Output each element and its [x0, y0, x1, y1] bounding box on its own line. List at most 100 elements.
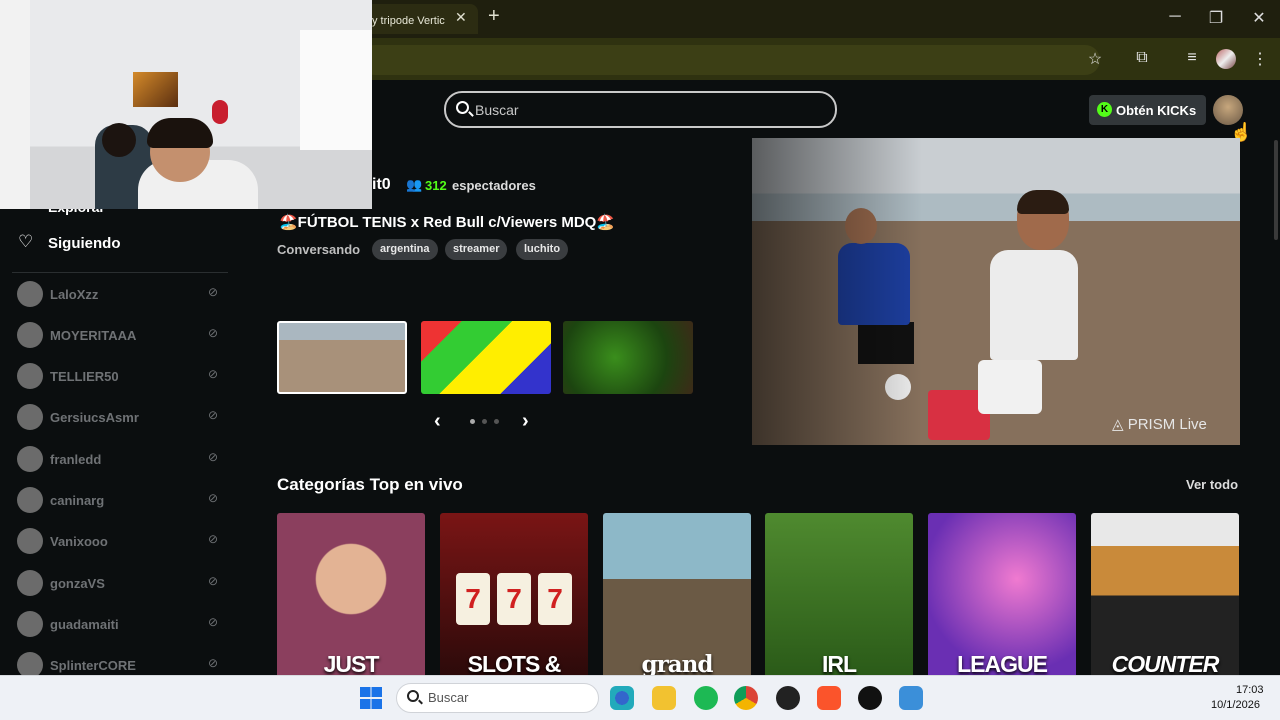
avatar	[17, 611, 43, 637]
category-card[interactable]: COUNTER	[1091, 513, 1239, 678]
brave-icon[interactable]	[817, 686, 841, 710]
media-icon[interactable]: ≡	[1181, 49, 1203, 67]
omnibox[interactable]	[360, 45, 1100, 75]
user-avatar[interactable]	[1213, 95, 1243, 125]
avatar	[17, 322, 43, 348]
webcam-scene	[102, 123, 136, 157]
search-input[interactable]	[475, 100, 815, 120]
offline-icon: ⊘	[208, 574, 219, 588]
clock-date[interactable]: 10/1/2026	[1211, 699, 1260, 711]
category-label: COUNTER	[1111, 651, 1220, 677]
following-item[interactable]: LaloXzz ⊘	[0, 281, 238, 322]
obs-icon[interactable]	[776, 686, 800, 710]
scrollbar[interactable]	[1274, 140, 1278, 240]
taskbar	[0, 675, 1280, 720]
tag-argentina[interactable]: argentina	[372, 239, 438, 260]
see-all-link[interactable]: Ver todo	[1186, 477, 1238, 492]
following-name: MOYERITAAA	[50, 328, 137, 343]
stream-title[interactable]: 🏖️FÚTBOL TENIS x Red Bull c/Viewers MDQ🏖…	[279, 213, 615, 231]
prism-live-watermark: ◬ PRISM Live	[1112, 416, 1207, 433]
carousel-dot[interactable]	[470, 419, 475, 424]
chrome-icon[interactable]	[734, 686, 758, 710]
following-item[interactable]: guadamaiti ⊘	[0, 611, 238, 652]
category-card[interactable]: JUST	[277, 513, 425, 678]
category-card[interactable]: grand	[603, 513, 751, 678]
menu-icon[interactable]: ⋮	[1249, 49, 1271, 69]
carousel-dot[interactable]	[482, 419, 487, 424]
avatar	[17, 281, 43, 307]
player-scene	[990, 250, 1078, 360]
tiktok-icon[interactable]	[858, 686, 882, 710]
following-item[interactable]: franledd ⊘	[0, 446, 238, 487]
slot-reel: 7	[538, 573, 572, 625]
following-name: GersiucsAsmr	[50, 410, 139, 425]
clock-time[interactable]: 17:03	[1236, 684, 1264, 696]
restore-button[interactable]: ❐	[1206, 8, 1226, 28]
offline-icon: ⊘	[208, 656, 219, 670]
file-explorer-icon[interactable]	[652, 686, 676, 710]
following-item[interactable]: GersiucsAsmr ⊘	[0, 404, 238, 445]
stream-category[interactable]: Conversando	[277, 242, 360, 257]
taskbar-search[interactable]	[396, 683, 599, 713]
streamer-name[interactable]: it0	[372, 176, 391, 194]
kicks-icon: K	[1097, 102, 1112, 117]
edge-icon[interactable]	[610, 686, 634, 710]
new-tab-button[interactable]: +	[488, 5, 500, 28]
category-card[interactable]: 7 7 7 SLOTS &	[440, 513, 588, 678]
spotify-icon[interactable]	[694, 686, 718, 710]
following-item[interactable]: gonzaVS ⊘	[0, 570, 238, 611]
carousel-prev-button[interactable]: ‹	[434, 410, 441, 433]
slot-reel: 7	[456, 573, 490, 625]
webcam-scene	[147, 118, 213, 148]
minimize-button[interactable]: ─	[1165, 8, 1185, 26]
offline-icon: ⊘	[208, 285, 219, 299]
following-name: gonzaVS	[50, 576, 105, 591]
following-item[interactable]: SplinterCORE ⊘	[0, 652, 238, 675]
webcam-overlay	[0, 0, 372, 209]
webcam-scene	[133, 72, 178, 107]
search-icon	[456, 101, 469, 114]
following-name: guadamaiti	[50, 617, 119, 632]
following-item[interactable]: TELLIER50 ⊘	[0, 363, 238, 404]
profile-icon[interactable]	[1216, 49, 1236, 69]
carousel-thumbnail[interactable]	[421, 321, 551, 394]
following-name: caninarg	[50, 493, 105, 508]
category-card[interactable]: IRL	[765, 513, 913, 678]
following-item[interactable]: caninarg ⊘	[0, 487, 238, 528]
carousel-next-button[interactable]: ›	[522, 410, 529, 433]
avatar	[17, 528, 43, 554]
following-item[interactable]: Vanixooo ⊘	[0, 528, 238, 569]
tab-close-icon[interactable]: ✕	[455, 9, 467, 26]
webcam-scene	[212, 100, 228, 124]
category-label: SLOTS &	[467, 651, 562, 677]
carousel-thumbnail[interactable]	[277, 321, 407, 394]
carousel-dot[interactable]	[494, 419, 499, 424]
avatar	[17, 487, 43, 513]
category-label: grand	[641, 651, 714, 678]
webcam-scene	[0, 0, 30, 209]
avatar	[17, 652, 43, 675]
windows-start-icon[interactable]	[360, 687, 382, 709]
offline-icon: ⊘	[208, 408, 219, 422]
tag-streamer[interactable]: streamer	[445, 239, 508, 260]
carousel-thumbnail[interactable]	[563, 321, 693, 394]
following-item[interactable]: MOYERITAAA ⊘	[0, 322, 238, 363]
following-name: TELLIER50	[50, 369, 119, 384]
heart-icon: ♡	[18, 232, 34, 251]
avatar	[17, 570, 43, 596]
extensions-icon[interactable]: ⧉	[1131, 49, 1153, 67]
following-name: franledd	[50, 452, 102, 467]
tab-title: y tripode Vertic	[372, 15, 445, 27]
star-icon[interactable]: ☆	[1084, 49, 1106, 69]
offline-icon: ⊘	[208, 367, 219, 381]
tag-luchito[interactable]: luchito	[516, 239, 569, 260]
close-window-button[interactable]: ✕	[1249, 8, 1269, 28]
offline-icon: ⊘	[208, 532, 219, 546]
app-icon[interactable]	[899, 686, 923, 710]
sidebar-item-siguiendo[interactable]: Siguiendo	[48, 235, 121, 252]
player-scene	[978, 360, 1042, 414]
divider	[12, 272, 228, 273]
avatar	[17, 363, 43, 389]
viewers-icon: 👥	[406, 177, 423, 192]
category-card[interactable]: LEAGUE	[928, 513, 1076, 678]
